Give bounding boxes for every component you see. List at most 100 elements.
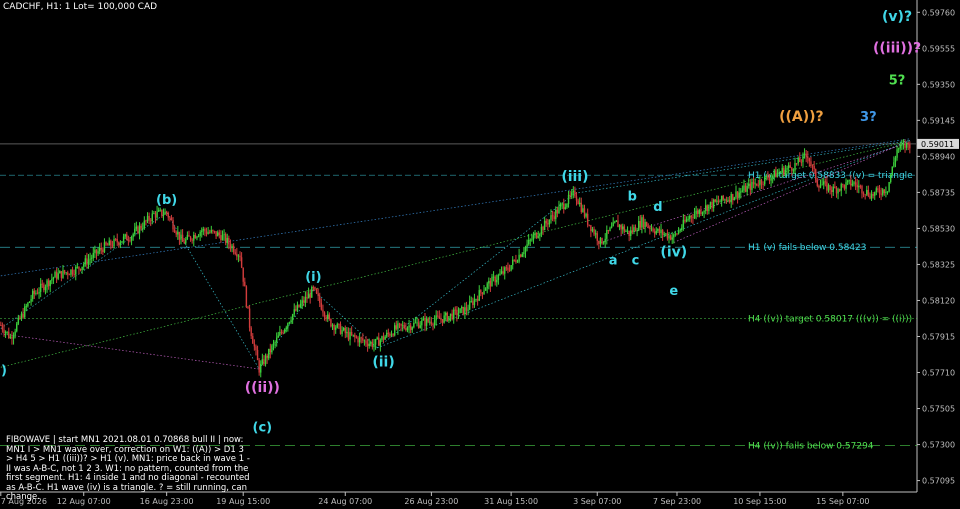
- candle-body: [583, 208, 586, 217]
- candle-body: [810, 161, 812, 166]
- candle-body: [669, 235, 672, 240]
- candle-body: [76, 266, 79, 268]
- candle-body: [827, 185, 830, 191]
- candle-body: [417, 322, 420, 328]
- candle-body: [4, 332, 7, 334]
- candle-body: [328, 314, 331, 320]
- candle-body: [422, 318, 425, 321]
- candle-body: [743, 185, 745, 191]
- candle-body: [866, 189, 868, 195]
- candle-body: [706, 205, 708, 212]
- candle-body: [539, 233, 541, 237]
- candle-body: [661, 229, 664, 235]
- candle-body: [370, 342, 372, 344]
- candle-body: [499, 273, 501, 276]
- candle-body: [178, 231, 181, 240]
- candle-body: [398, 323, 401, 325]
- candle-body: [756, 183, 758, 186]
- candle-body: [250, 327, 252, 337]
- candle-body: [293, 309, 295, 315]
- candle-body: [602, 242, 605, 244]
- candle-body: [303, 300, 305, 303]
- candle-body: [358, 337, 361, 343]
- candle-body: [325, 316, 327, 319]
- candle-body: [47, 280, 50, 287]
- candle-body: [98, 247, 101, 252]
- candle-body: [274, 342, 276, 344]
- candle-body: [779, 172, 782, 173]
- candle-body: [870, 193, 873, 199]
- candle-body: [392, 334, 394, 336]
- candle-body: [751, 181, 753, 190]
- time-tick-label: 24 Aug 07:00: [318, 497, 372, 506]
- candle-body: [569, 194, 571, 196]
- candle-body: [767, 176, 769, 179]
- candle-body: [748, 183, 750, 187]
- candle-body: [869, 195, 871, 199]
- candle-body: [87, 259, 90, 265]
- candle-body: [816, 180, 819, 186]
- candle-body: [893, 162, 895, 167]
- candle-body: [550, 215, 552, 220]
- candle-body: [256, 350, 259, 361]
- time-tick-label: 15 Sep 07:00: [816, 497, 869, 506]
- candle-body: [771, 175, 774, 178]
- candle-body: [25, 306, 28, 308]
- candle-body: [60, 271, 63, 278]
- candle-body: [116, 239, 118, 243]
- candle-body: [835, 187, 838, 194]
- candle-body: [531, 239, 533, 241]
- candle-body: [180, 234, 182, 240]
- level-label: H4 ((v)) fails below 0.57294: [748, 442, 874, 452]
- candle-body: [593, 229, 595, 235]
- candle-body: [387, 332, 390, 334]
- candle-body: [102, 249, 104, 253]
- candle-body: [681, 227, 683, 230]
- candle-body: [571, 192, 573, 196]
- candle-body: [106, 244, 109, 246]
- candle-body: [355, 337, 358, 338]
- candle-body: [282, 332, 284, 334]
- candle-body: [851, 183, 854, 186]
- candle-body: [505, 267, 508, 269]
- candle-body: [727, 199, 729, 201]
- candle-body: [567, 194, 570, 204]
- candle-body: [197, 235, 200, 237]
- candle-body: [43, 284, 45, 291]
- candle-body: [502, 271, 504, 274]
- candle-body: [846, 180, 849, 183]
- candle-body: [655, 230, 657, 234]
- candle-body: [79, 268, 82, 271]
- candle-body: [776, 172, 779, 178]
- candle-body: [291, 314, 294, 321]
- candle-body: [878, 190, 881, 194]
- candle-body: [653, 231, 656, 234]
- candle-body: [716, 200, 718, 202]
- price-chart[interactable]: 0.59760 0.59555 0.59350 0.59145 0.58940 0.587…: [0, 0, 960, 509]
- candle-body: [553, 216, 555, 220]
- candle-body: [665, 233, 667, 235]
- candle-body: [161, 209, 163, 216]
- candle-body: [322, 309, 324, 313]
- candle-body: [566, 203, 568, 208]
- candle-body: [46, 280, 48, 287]
- candle-body: [843, 184, 846, 189]
- candle-body: [763, 176, 766, 185]
- candle-body: [708, 204, 710, 212]
- candle-body: [75, 267, 77, 275]
- candle-body: [349, 332, 351, 340]
- candle-body: [519, 254, 522, 257]
- candle-body: [609, 227, 611, 231]
- candle-body: [497, 275, 500, 280]
- candle-body: [896, 149, 898, 158]
- candle-body: [642, 217, 645, 228]
- candle-body: [709, 201, 712, 205]
- candle-body: [901, 144, 903, 146]
- candle-body: [244, 281, 246, 287]
- candle-body: [850, 179, 852, 186]
- price-tick-label: 0.58120: [922, 296, 955, 305]
- candle-body: [832, 186, 834, 192]
- candle-body: [12, 335, 15, 339]
- candle-body: [631, 230, 634, 232]
- candle-body: [268, 348, 270, 359]
